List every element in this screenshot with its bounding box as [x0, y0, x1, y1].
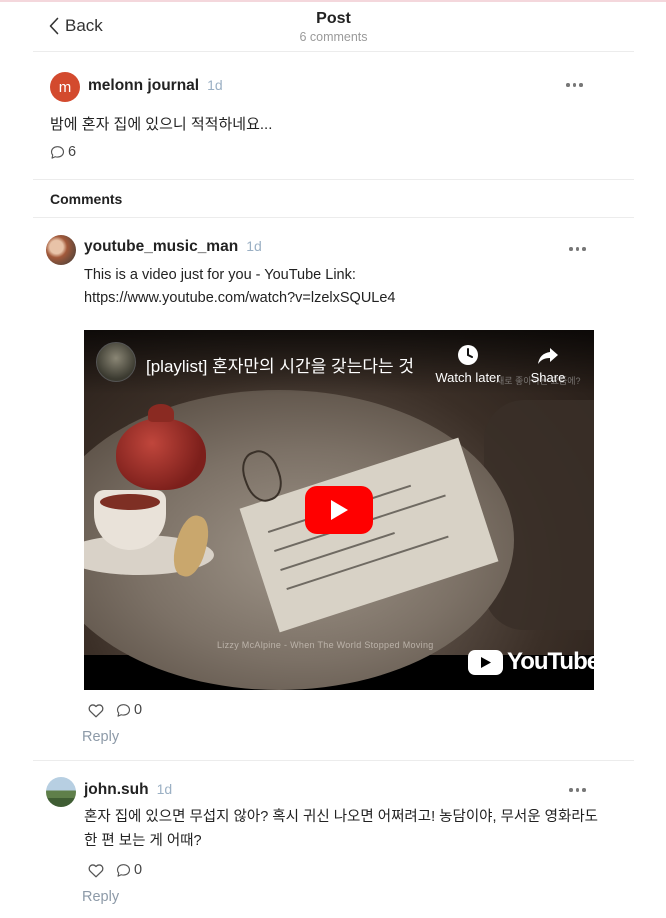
comment-count-subtitle: 6 comments [299, 30, 368, 44]
post-more-button[interactable] [566, 80, 586, 90]
like-button[interactable] [88, 703, 104, 718]
comment-text-line: 혼자 집에 있으면 무섭지 않아? 혹시 귀신 나오면 어쩌려고! 농담이야, … [84, 809, 598, 825]
share-label: Share [530, 370, 566, 385]
post-comments-button[interactable]: 6 [50, 144, 76, 160]
header-bar: Back Post 6 comments [33, 2, 634, 52]
post-text: 밤에 혼자 집에 있으니 적적하네요... [50, 116, 273, 133]
post-time: 1d [207, 77, 223, 93]
post-comment-count: 6 [68, 144, 77, 160]
watch-later-button[interactable]: Watch later [432, 344, 504, 385]
comment-more-button[interactable] [569, 244, 589, 254]
reply-button[interactable]: Reply [82, 729, 119, 745]
avatar-letter: m [58, 78, 72, 96]
play-icon [331, 500, 348, 520]
comment-more-button[interactable] [569, 785, 589, 795]
avatar[interactable]: m [50, 72, 80, 102]
avatar[interactable] [46, 235, 76, 265]
comment-actions: 0 [88, 862, 142, 878]
reply-button[interactable]: Reply [82, 889, 119, 905]
comment-text-line: 한 편 보는 게 어때? [84, 833, 202, 849]
youtube-logo[interactable]: YouTube [468, 648, 594, 676]
play-button[interactable] [305, 486, 373, 534]
heart-icon [88, 703, 104, 717]
reply-count: 0 [134, 702, 143, 718]
comment-time: 1d [246, 238, 262, 254]
comment-actions: 0 [88, 702, 142, 718]
comments-section-header: Comments [33, 180, 634, 218]
like-button[interactable] [88, 863, 104, 878]
post-author[interactable]: melonn journal [88, 77, 199, 94]
clock-icon [458, 345, 478, 365]
heart-icon [88, 863, 104, 877]
youtube-logo-text: YouTube [507, 648, 594, 675]
comment-bubble-icon [116, 703, 131, 717]
reply-count-button[interactable]: 0 [116, 702, 142, 718]
comment-text: This is a video just for you - YouTube L… [84, 264, 396, 310]
comment-bubble-icon [50, 145, 65, 159]
comment-item: youtube_music_man 1d This is a video just… [33, 218, 634, 761]
comment-author[interactable]: john.suh [84, 781, 149, 798]
video-caption: Lizzy McAlpine - When The World Stopped … [217, 640, 434, 650]
comment-text-line: This is a video just for you - YouTube L… [84, 267, 356, 283]
watch-later-label: Watch later [435, 370, 501, 385]
original-post: m melonn journal 1d 밤에 혼자 집에 있으니 적적하네요...… [33, 52, 634, 180]
share-arrow-icon [538, 348, 558, 364]
youtube-logo-icon [468, 649, 503, 675]
channel-avatar[interactable] [96, 342, 136, 382]
video-title[interactable]: [playlist] 혼자만의 시간을 갖는다는 것 [146, 352, 414, 377]
comment-item: john.suh 1d 혼자 집에 있으면 무섭지 않아? 혹시 귀신 나오면 어… [33, 761, 634, 918]
reply-count: 0 [134, 862, 143, 878]
comments-heading: Comments [50, 191, 123, 207]
reply-count-button[interactable]: 0 [116, 862, 142, 878]
youtube-video-embed[interactable]: [playlist] 혼자만의 시간을 갖는다는 것 새로 좋아하는 요즘에? … [84, 330, 594, 690]
avatar[interactable] [46, 777, 76, 807]
comment-text: 혼자 집에 있으면 무섭지 않아? 혹시 귀신 나오면 어쩌려고! 농담이야, … [84, 805, 604, 853]
share-button[interactable]: Share [526, 344, 570, 385]
comment-author[interactable]: youtube_music_man [84, 238, 238, 255]
youtube-link[interactable]: https://www.youtube.com/watch?v=lzelxSQU… [84, 287, 396, 310]
comment-time: 1d [156, 781, 173, 797]
comment-bubble-icon [116, 863, 131, 877]
page-title: Post [316, 10, 351, 27]
